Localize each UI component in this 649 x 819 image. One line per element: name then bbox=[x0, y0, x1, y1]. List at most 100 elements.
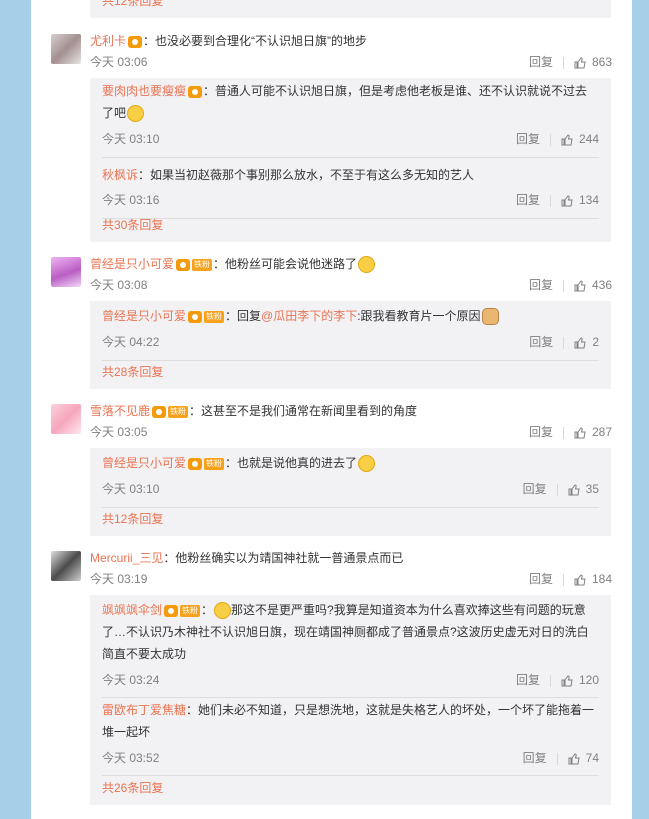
thumbs-up-icon bbox=[574, 574, 586, 586]
fan-badge: 铁粉 bbox=[204, 457, 225, 470]
cat-emoji-icon bbox=[481, 308, 499, 326]
thumbs-up-icon bbox=[568, 484, 580, 496]
reply-time: 今天 03:16 bbox=[102, 193, 160, 207]
divider bbox=[562, 279, 564, 292]
like-button[interactable]: 863 bbox=[574, 55, 612, 69]
reply-text: ：也就是说他真的进去了 bbox=[225, 456, 358, 470]
avatar[interactable] bbox=[51, 257, 81, 287]
reply-button[interactable]: 回复 bbox=[523, 482, 547, 496]
reply-item: 飒飒飒伞剑 铁粉：那这不是更严重吗?我算是知道资本为什么喜欢捧这些有问题的玩意了…… bbox=[102, 599, 599, 698]
top-more-replies-box: 共12条回复 bbox=[90, 0, 611, 18]
avatar[interactable] bbox=[51, 404, 81, 434]
like-count: 134 bbox=[578, 193, 599, 207]
like-count: 120 bbox=[578, 673, 599, 687]
avatar[interactable] bbox=[51, 551, 81, 581]
reply-text: :跟我看教育片一个原因 bbox=[357, 309, 481, 323]
comment-panel: 共12条回复 尤利卡 ：也没必要到合理化“不认识旭日旗”的地步 今天 03:06 … bbox=[31, 0, 632, 819]
vip-icon bbox=[152, 405, 167, 418]
comment-meta: 今天 03:06 回复 863 bbox=[90, 53, 612, 71]
like-count: 2 bbox=[592, 335, 599, 349]
thumbs-up-icon bbox=[561, 195, 573, 207]
reply-username[interactable]: 要肉肉也要瘦瘦 bbox=[102, 84, 186, 98]
divider bbox=[556, 752, 558, 765]
reply-box: 要肉肉也要瘦瘦 ：普通人可能不认识旭日旗，但是考虑他老板是谁、还不认识就说不过去了… bbox=[90, 78, 611, 242]
avatar[interactable] bbox=[51, 34, 81, 64]
reply-button[interactable]: 回复 bbox=[529, 55, 553, 69]
fan-badge: 铁粉 bbox=[168, 405, 189, 418]
divider bbox=[102, 360, 599, 361]
more-replies-link[interactable]: 共12条回复 bbox=[102, 510, 163, 528]
comment-meta: 今天 03:05 回复 287 bbox=[90, 423, 612, 441]
more-replies-link[interactable]: 共26条回复 bbox=[102, 779, 163, 797]
more-replies-link[interactable]: 共30条回复 bbox=[102, 216, 163, 234]
like-count: 35 bbox=[585, 482, 599, 496]
more-replies-link[interactable]: 共28条回复 bbox=[102, 363, 163, 381]
mention-link[interactable]: @瓜田李下的李下 bbox=[261, 309, 357, 323]
vip-icon bbox=[188, 310, 203, 323]
reply-button[interactable]: 回复 bbox=[516, 673, 540, 687]
like-button[interactable]: 436 bbox=[574, 278, 612, 292]
reply-username[interactable]: 飒飒飒伞剑 bbox=[102, 603, 162, 617]
fan-badge: 铁粉 bbox=[180, 604, 201, 617]
thumbs-up-icon bbox=[561, 134, 573, 146]
reply-item: 要肉肉也要瘦瘦 ：普通人可能不认识旭日旗，但是考虑他老板是谁、还不认识就说不过去了… bbox=[102, 80, 599, 158]
reply-item: 曾经是只小可爱 铁粉 ：也就是说他真的进去了 今天 03:10 回复 35 bbox=[102, 452, 599, 508]
fan-badge: 铁粉 bbox=[204, 310, 225, 323]
reply-meta: 今天 03:16 回复 134 bbox=[102, 191, 599, 209]
comment-username[interactable]: Mercurii_三见 bbox=[90, 551, 163, 565]
reply-text-prefix: ：回复 bbox=[225, 309, 262, 323]
reply-button[interactable]: 回复 bbox=[529, 572, 553, 586]
comment-username[interactable]: 雪落不见鹿 bbox=[90, 404, 150, 418]
divider bbox=[556, 483, 558, 496]
more-replies-link[interactable]: 共12条回复 bbox=[102, 0, 163, 9]
reply-button[interactable]: 回复 bbox=[523, 751, 547, 765]
comment-username[interactable]: 尤利卡 bbox=[90, 34, 126, 48]
like-button[interactable]: 134 bbox=[561, 193, 599, 207]
reply-username[interactable]: 曾经是只小可爱 bbox=[102, 309, 186, 323]
reply-text: ：如果当初赵薇那个事别那么放水，不至于有这么多无知的艺人 bbox=[138, 168, 475, 182]
divider bbox=[102, 507, 599, 508]
reply-button[interactable]: 回复 bbox=[529, 278, 553, 292]
comment-text: ：他粉丝可能会说他迷路了 bbox=[213, 257, 358, 271]
like-button[interactable]: 35 bbox=[568, 482, 599, 496]
reply-username[interactable]: 秋枫诉 bbox=[102, 168, 138, 182]
divider bbox=[562, 56, 564, 69]
reply-button[interactable]: 回复 bbox=[529, 425, 553, 439]
thumbs-up-icon bbox=[574, 427, 586, 439]
reply-meta: 今天 03:52 回复 74 bbox=[102, 749, 599, 767]
like-button[interactable]: 74 bbox=[568, 751, 599, 765]
reply-box: 曾经是只小可爱 铁粉 ：回复@瓜田李下的李下:跟我看教育片一个原因 今天 04:22… bbox=[90, 301, 611, 389]
like-button[interactable]: 2 bbox=[574, 335, 599, 349]
reply-button[interactable]: 回复 bbox=[529, 335, 553, 349]
smirk-emoji-icon bbox=[214, 602, 232, 620]
comment-time: 今天 03:06 bbox=[90, 55, 148, 69]
like-button[interactable]: 287 bbox=[574, 425, 612, 439]
comment-text: ：他粉丝确实以为靖国神社就一普通景点而已 bbox=[163, 551, 404, 565]
vip-icon bbox=[176, 258, 191, 271]
like-button[interactable]: 244 bbox=[561, 132, 599, 146]
divider bbox=[102, 697, 599, 698]
comment-meta: 今天 03:19 回复 184 bbox=[90, 570, 612, 588]
vip-icon bbox=[164, 604, 179, 617]
vip-icon bbox=[188, 85, 203, 98]
comment-username[interactable]: 曾经是只小可爱 bbox=[90, 257, 174, 271]
thumbs-up-icon bbox=[568, 753, 580, 765]
reply-button[interactable]: 回复 bbox=[516, 193, 540, 207]
reply-item: 秋枫诉：如果当初赵薇那个事别那么放水，不至于有这么多无知的艺人 今天 03:16… bbox=[102, 164, 599, 219]
like-button[interactable]: 184 bbox=[574, 572, 612, 586]
comment-time: 今天 03:19 bbox=[90, 572, 148, 586]
reply-meta: 今天 03:24 回复 120 bbox=[102, 671, 599, 689]
reply-button[interactable]: 回复 bbox=[516, 132, 540, 146]
reply-time: 今天 04:22 bbox=[102, 335, 160, 349]
like-count: 863 bbox=[591, 55, 612, 69]
reply-username[interactable]: 曾经是只小可爱 bbox=[102, 456, 186, 470]
divider bbox=[562, 426, 564, 439]
reply-username[interactable]: 雷欧布丁爱焦糖 bbox=[102, 703, 186, 717]
divider bbox=[563, 336, 565, 349]
like-count: 244 bbox=[578, 132, 599, 146]
reply-box: 飒飒飒伞剑 铁粉：那这不是更严重吗?我算是知道资本为什么喜欢捧这些有问题的玩意了…… bbox=[90, 595, 611, 805]
reply-meta: 今天 03:10 回复 35 bbox=[102, 480, 599, 498]
thumbs-up-icon bbox=[574, 280, 586, 292]
like-button[interactable]: 120 bbox=[561, 673, 599, 687]
divider bbox=[549, 194, 551, 207]
